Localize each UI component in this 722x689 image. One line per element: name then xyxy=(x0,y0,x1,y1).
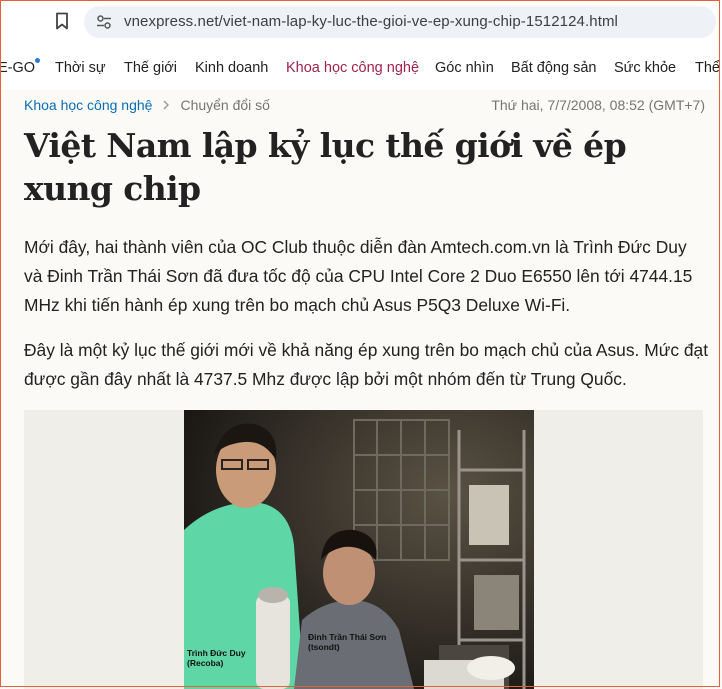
nav-item-suc-khoe[interactable]: Sức khỏe xyxy=(614,60,676,76)
nav-item-goc-nhin[interactable]: Góc nhìn xyxy=(435,60,494,76)
site-settings-icon[interactable] xyxy=(96,14,112,30)
chevron-right-icon xyxy=(163,100,170,110)
article-figure: Trình Đức Duy (Recoba) Đinh Trần Thái Sơ… xyxy=(24,410,703,689)
nav-item-kinh-doanh[interactable]: Kinh doanh xyxy=(195,60,268,76)
photo-caption: Đinh Trần Thái Sơn (tsondt) xyxy=(308,632,387,652)
nav-item-the-gioi[interactable]: Thế giới xyxy=(124,60,177,76)
article-paragraph: Đây là một kỷ lục thế giới mới về khả nă… xyxy=(24,340,709,389)
address-bar[interactable]: vnexpress.net/viet-nam-lap-ky-luc-the-gi… xyxy=(84,6,716,38)
article-paragraph: Mới đây, hai thành viên của OC Club thuộ… xyxy=(24,237,693,315)
article: Khoa học công nghệ Chuyển đổi số Thứ hai,… xyxy=(0,90,722,689)
article-title: Việt Nam lập kỷ lục thế giới về ép xung … xyxy=(24,126,627,208)
notification-dot xyxy=(35,58,40,63)
site-nav: E-GO Thời sự Thế giới Kinh doanh Khoa họ… xyxy=(0,46,722,90)
url-text: vnexpress.net/viet-nam-lap-ky-luc-the-gi… xyxy=(124,13,618,30)
nav-item-the-thao[interactable]: Thể xyxy=(695,60,720,76)
nav-item-ego[interactable]: E-GO xyxy=(0,60,35,76)
nav-item-khoa-hoc-cong-nghe[interactable]: Khoa học công nghệ xyxy=(286,60,419,76)
nav-item-thoi-su[interactable]: Thời sự xyxy=(55,60,106,76)
photo-caption: Trình Đức Duy (Recoba) xyxy=(187,648,246,668)
breadcrumb-category[interactable]: Khoa học công nghệ xyxy=(24,97,152,113)
article-photo[interactable]: Trình Đức Duy (Recoba) Đinh Trần Thái Sơ… xyxy=(184,410,534,689)
breadcrumb: Khoa học công nghệ Chuyển đổi số xyxy=(24,97,270,113)
bookmark-icon[interactable] xyxy=(55,12,69,30)
nav-item-bat-dong-san[interactable]: Bất động sản xyxy=(511,60,596,76)
publish-date: Thứ hai, 7/7/2008, 08:52 (GMT+7) xyxy=(491,97,705,113)
browser-toolbar: vnexpress.net/viet-nam-lap-ky-luc-the-gi… xyxy=(0,0,722,44)
breadcrumb-subcategory[interactable]: Chuyển đổi số xyxy=(180,97,270,113)
